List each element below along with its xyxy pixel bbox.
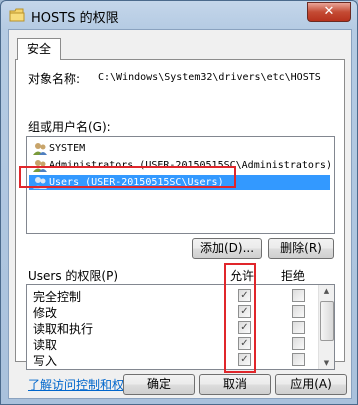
access-control-link[interactable]: 了解访问控制和权限 [28, 376, 136, 393]
ok-button[interactable]: 确定 [123, 374, 195, 395]
scroll-up-icon[interactable]: ▲ [319, 285, 334, 297]
permission-row: 写入 ✓ [27, 351, 317, 368]
users-icon [33, 143, 47, 155]
scroll-thumb[interactable] [320, 301, 334, 341]
add-button[interactable]: 添加(D)... [192, 238, 262, 259]
group-label: 组或用户名(G): [28, 120, 111, 134]
deny-checkbox[interactable] [292, 353, 305, 366]
user-label: SYSTEM [49, 143, 86, 154]
cancel-button[interactable]: 取消 [199, 374, 271, 395]
object-name-value: C:\Windows\System32\drivers\etc\HOSTS [98, 72, 321, 83]
close-button[interactable]: ✕ [307, 2, 351, 22]
window-title: HOSTS 的权限 [31, 11, 119, 26]
allow-column-highlight [224, 263, 256, 373]
permission-row: 读取和执行 ✓ [27, 319, 317, 336]
permissions-label: Users 的权限(P) [28, 269, 119, 283]
permissions-list: 完全控制 ✓ 修改 ✓ 读取和执行 ✓ 读取 ✓ 写入 ✓ ▲ ▼ [26, 284, 335, 370]
permission-name: 写入 [33, 354, 58, 368]
permission-row: 完全控制 ✓ [27, 287, 317, 304]
deny-checkbox[interactable] [292, 321, 305, 334]
selected-user-highlight [19, 166, 236, 188]
folder-icon [9, 8, 25, 22]
deny-checkbox[interactable] [292, 337, 305, 350]
object-name-label: 对象名称: [28, 72, 81, 86]
permissions-scrollbar[interactable]: ▲ ▼ [318, 285, 334, 369]
permission-row: 读取 ✓ [27, 335, 317, 352]
deny-checkbox[interactable] [292, 305, 305, 318]
remove-button[interactable]: 删除(R) [268, 238, 334, 259]
dialog-content: 安全 对象名称: C:\Windows\System32\drivers\etc… [8, 29, 352, 399]
apply-button[interactable]: 应用(A) [275, 374, 347, 395]
deny-checkbox[interactable] [292, 289, 305, 302]
permission-row: 修改 ✓ [27, 303, 317, 320]
tab-security[interactable]: 安全 [17, 38, 61, 60]
dialog-window: HOSTS 的权限 ✕ 安全 对象名称: C:\Windows\System32… [0, 0, 358, 405]
deny-header: 拒绝 [281, 269, 306, 283]
security-panel: 对象名称: C:\Windows\System32\drivers\etc\HO… [15, 59, 345, 392]
scroll-down-icon[interactable]: ▼ [319, 357, 334, 369]
title-bar[interactable]: HOSTS 的权限 ✕ [1, 1, 357, 29]
